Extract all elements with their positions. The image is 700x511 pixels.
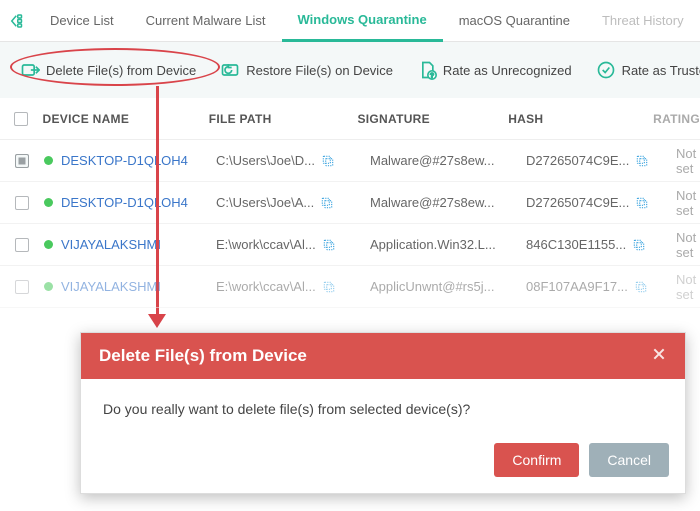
table-row[interactable]: VIJAYALAKSHMI E:\work\ccav\Al... Applicati… bbox=[0, 224, 700, 266]
hash-text: 846C130E1155... bbox=[526, 237, 626, 252]
signature-text: Application.Win32.L... bbox=[370, 237, 526, 252]
svg-text:?: ? bbox=[430, 73, 434, 80]
close-icon bbox=[651, 346, 667, 362]
copy-icon[interactable] bbox=[320, 196, 334, 210]
modal-body: Do you really want to delete file(s) fro… bbox=[81, 379, 685, 433]
signature-text: ApplicUnwnt@#rs5j... bbox=[370, 279, 526, 294]
callout-arrow-head bbox=[148, 314, 166, 328]
rating-text: Not set bbox=[676, 230, 700, 260]
signature-text: Malware@#27s8ew... bbox=[370, 153, 526, 168]
rating-text: Not set bbox=[676, 188, 700, 218]
tab-device-list[interactable]: Device List bbox=[34, 0, 130, 42]
tab-macos-quarantine[interactable]: macOS Quarantine bbox=[443, 0, 586, 42]
table-row[interactable]: DESKTOP-D1QLOH4 C:\Users\Joe\A... Malware@… bbox=[0, 182, 700, 224]
confirm-delete-modal: Delete File(s) from Device Do you really… bbox=[80, 332, 686, 494]
hash-text: 08F107AA9F17... bbox=[526, 279, 628, 294]
delete-files-button[interactable]: Delete File(s) from Device bbox=[10, 54, 206, 86]
device-name-link[interactable]: VIJAYALAKSHMI bbox=[61, 279, 161, 294]
rating-text: Not set bbox=[676, 272, 700, 302]
status-dot bbox=[44, 156, 53, 165]
confirm-button[interactable]: Confirm bbox=[494, 443, 579, 477]
status-dot bbox=[44, 240, 53, 249]
status-dot bbox=[44, 282, 53, 291]
rate-unrecognized-button[interactable]: ? Rate as Unrecognized bbox=[407, 54, 582, 86]
file-path-text: C:\Users\Joe\D... bbox=[216, 153, 315, 168]
cancel-button[interactable]: Cancel bbox=[589, 443, 669, 477]
row-checkbox[interactable] bbox=[15, 154, 29, 168]
file-question-icon: ? bbox=[417, 60, 437, 80]
rate-unrecognized-label: Rate as Unrecognized bbox=[443, 63, 572, 78]
device-name-link[interactable]: DESKTOP-D1QLOH4 bbox=[61, 195, 188, 210]
delete-files-label: Delete File(s) from Device bbox=[46, 63, 196, 78]
file-path-text: C:\Users\Joe\A... bbox=[216, 195, 314, 210]
table-header: DEVICE NAME FILE PATH SIGNATURE HASH RAT… bbox=[0, 98, 700, 140]
modal-title: Delete File(s) from Device bbox=[99, 346, 307, 366]
copy-icon[interactable] bbox=[321, 154, 335, 168]
table-row[interactable]: VIJAYALAKSHMI E:\work\ccav\Al... ApplicUnw… bbox=[0, 266, 700, 308]
signature-text: Malware@#27s8ew... bbox=[370, 195, 526, 210]
col-header-rating[interactable]: RATING bbox=[653, 112, 700, 126]
modal-close-button[interactable] bbox=[651, 345, 667, 368]
rate-trusted-label: Rate as Trusted bbox=[622, 63, 700, 78]
col-header-path[interactable]: FILE PATH bbox=[209, 112, 358, 126]
file-path-text: E:\work\ccav\Al... bbox=[216, 237, 316, 252]
file-path-text: E:\work\ccav\Al... bbox=[216, 279, 316, 294]
copy-icon[interactable] bbox=[632, 238, 646, 252]
restore-files-button[interactable]: Restore File(s) on Device bbox=[210, 54, 403, 86]
tab-current-malware[interactable]: Current Malware List bbox=[130, 0, 282, 42]
badge-check-icon bbox=[596, 60, 616, 80]
device-name-link[interactable]: DESKTOP-D1QLOH4 bbox=[61, 153, 188, 168]
row-checkbox[interactable] bbox=[15, 238, 29, 252]
restore-files-label: Restore File(s) on Device bbox=[246, 63, 393, 78]
tab-threat-history[interactable]: Threat History bbox=[586, 0, 700, 42]
rate-trusted-button[interactable]: Rate as Trusted bbox=[586, 54, 700, 86]
toolbar: Delete File(s) from Device Restore File(… bbox=[0, 42, 700, 98]
copy-icon[interactable] bbox=[322, 238, 336, 252]
device-name-link[interactable]: VIJAYALAKSHMI bbox=[61, 237, 161, 252]
copy-icon[interactable] bbox=[634, 280, 648, 294]
tabs-bar: Device List Current Malware List Windows… bbox=[0, 0, 700, 42]
col-header-name[interactable]: DEVICE NAME bbox=[43, 112, 209, 126]
back-button[interactable] bbox=[0, 12, 34, 30]
table-row[interactable]: DESKTOP-D1QLOH4 C:\Users\Joe\D... Malware@… bbox=[0, 140, 700, 182]
col-header-sig[interactable]: SIGNATURE bbox=[357, 112, 508, 126]
select-all-checkbox[interactable] bbox=[14, 112, 28, 126]
delete-icon bbox=[20, 60, 40, 80]
copy-icon[interactable] bbox=[635, 196, 649, 210]
copy-icon[interactable] bbox=[635, 154, 649, 168]
row-checkbox[interactable] bbox=[15, 196, 29, 210]
row-checkbox[interactable] bbox=[15, 280, 29, 294]
rating-text: Not set bbox=[676, 146, 700, 176]
hash-text: D27265074C9E... bbox=[526, 153, 629, 168]
copy-icon[interactable] bbox=[322, 280, 336, 294]
tab-windows-quarantine[interactable]: Windows Quarantine bbox=[282, 0, 443, 42]
back-tree-icon bbox=[8, 12, 26, 30]
modal-footer: Confirm Cancel bbox=[81, 433, 685, 493]
restore-icon bbox=[220, 60, 240, 80]
col-header-hash[interactable]: HASH bbox=[508, 112, 653, 126]
hash-text: D27265074C9E... bbox=[526, 195, 629, 210]
modal-header: Delete File(s) from Device bbox=[81, 333, 685, 379]
status-dot bbox=[44, 198, 53, 207]
quarantine-table: DEVICE NAME FILE PATH SIGNATURE HASH RAT… bbox=[0, 98, 700, 308]
